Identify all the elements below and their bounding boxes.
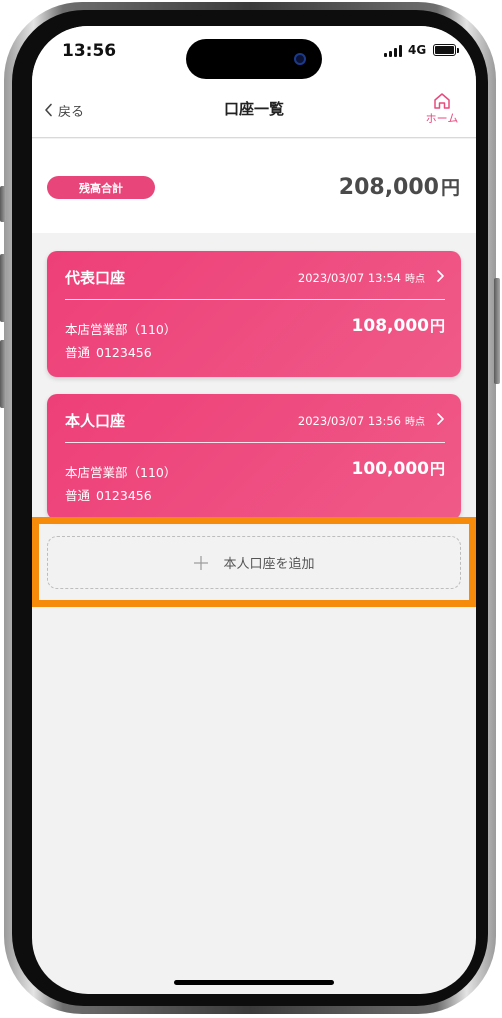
account-type: 普通 — [65, 488, 91, 503]
total-currency: 円 — [440, 177, 460, 199]
account-balance: 108,000 円 — [352, 315, 445, 336]
page-title: 口座一覧 — [223, 100, 284, 118]
account-number-row: 普通 0123456 — [65, 342, 152, 361]
home-label: ホーム — [425, 112, 459, 125]
add-account-button[interactable]: 本人口座を追加 — [47, 536, 461, 589]
battery-tip — [457, 48, 459, 53]
card-divider — [65, 299, 445, 300]
plus-icon — [194, 555, 209, 570]
navigation-bar: 戻る 口座一覧 ホーム — [32, 88, 476, 138]
home-icon — [434, 93, 450, 109]
account-timestamp: 2023/03/07 13:54 時点 — [298, 270, 425, 285]
account-timestamp: 2023/03/07 13:56 時点 — [298, 413, 425, 428]
network-type: 4G — [408, 43, 427, 57]
power-button — [494, 278, 500, 384]
account-balance-value: 108,000 — [351, 316, 429, 336]
total-balance-amount: 208,000 円 — [339, 173, 460, 200]
timestamp-value: 2023/03/07 13:54 — [297, 271, 401, 285]
account-currency: 円 — [429, 460, 445, 478]
total-balance-panel: 残高合計 208,000 円 — [32, 139, 476, 233]
volume-up-button — [0, 254, 6, 322]
account-branch: 本店営業部（110） — [65, 465, 177, 480]
volume-down-button — [0, 340, 6, 408]
home-indicator[interactable] — [174, 980, 334, 985]
account-title: 代表口座 — [65, 269, 126, 287]
timestamp-suffix: 時点 — [405, 274, 425, 285]
dynamic-island — [186, 39, 322, 79]
account-card-representative[interactable]: 代表口座 2023/03/07 13:54 時点 本店営業部（110） 普通 012… — [47, 251, 461, 377]
account-branch: 本店営業部（110） — [65, 322, 177, 337]
chevron-right-icon — [437, 270, 444, 282]
home-button[interactable]: ホーム — [418, 92, 466, 126]
chevron-right-icon — [437, 413, 444, 425]
screen: 13:56 4G 戻る 口座一覧 ホーム 残高合計 208,000 円 代表口座… — [32, 26, 476, 994]
account-number: 0123456 — [96, 488, 152, 503]
phone-frame: 13:56 4G 戻る 口座一覧 ホーム 残高合計 208,000 円 代表口座… — [0, 2, 500, 1014]
account-number: 0123456 — [96, 345, 152, 360]
status-time: 13:56 — [62, 41, 117, 61]
account-balance: 100,000 円 — [352, 458, 445, 479]
account-card-personal[interactable]: 本人口座 2023/03/07 13:56 時点 本店営業部（110） 普通 012… — [47, 394, 461, 520]
total-amount-value: 208,000 — [338, 175, 439, 200]
card-divider — [65, 442, 445, 443]
account-balance-value: 100,000 — [351, 459, 429, 479]
total-balance-badge: 残高合計 — [47, 176, 155, 199]
account-type: 普通 — [65, 345, 91, 360]
account-title: 本人口座 — [65, 412, 126, 430]
signal-icon — [384, 45, 402, 57]
battery-icon — [433, 44, 456, 56]
action-button — [0, 186, 6, 222]
account-number-row: 普通 0123456 — [65, 485, 152, 504]
status-bar: 13:56 4G — [32, 26, 476, 88]
camera-icon — [294, 53, 306, 65]
account-currency: 円 — [429, 317, 445, 335]
timestamp-suffix: 時点 — [405, 417, 425, 428]
add-account-label: 本人口座を追加 — [223, 557, 315, 572]
timestamp-value: 2023/03/07 13:56 — [297, 414, 401, 428]
